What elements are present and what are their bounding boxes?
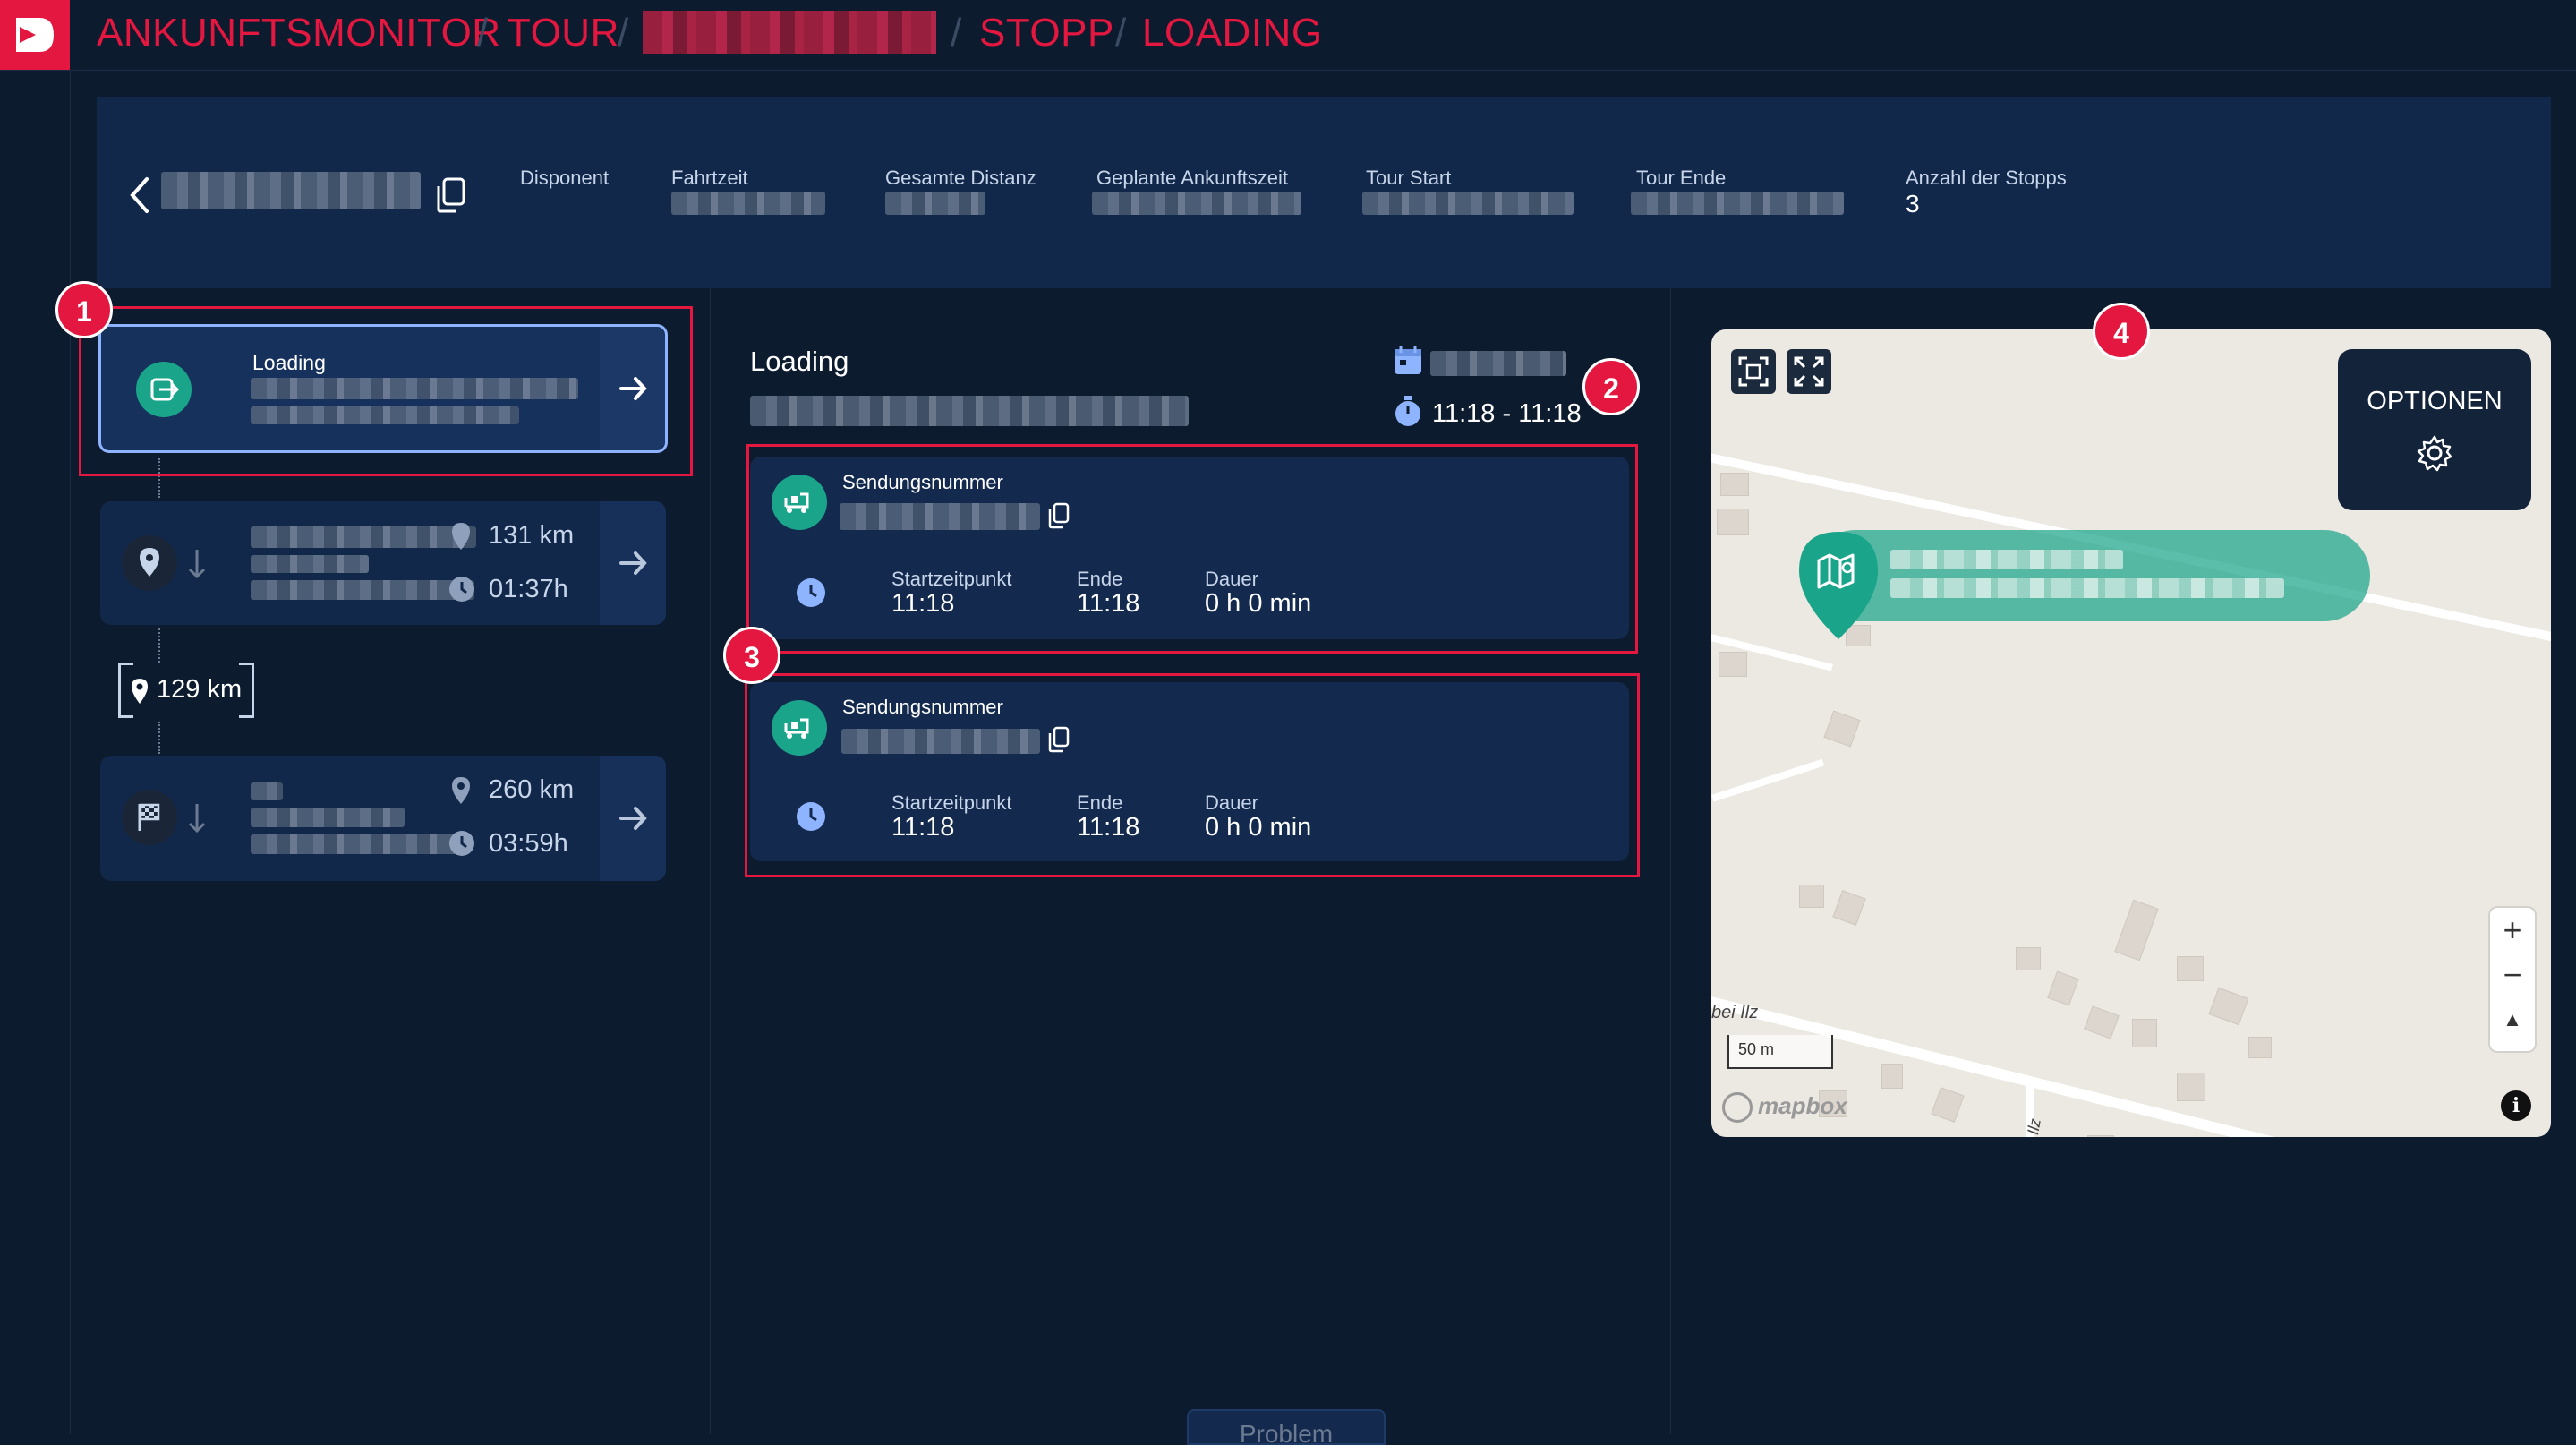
map-marker-tooltip[interactable]	[1810, 530, 2370, 621]
breadcrumb-separator: /	[477, 11, 489, 55]
stop-distance: 260 km	[489, 775, 575, 804]
map-place-label: bei Ilz	[1711, 1003, 1759, 1022]
header-label-tour-ende: Tour Ende	[1636, 167, 1727, 189]
tour-id-redacted	[161, 172, 421, 209]
waypoint-stop-icon	[122, 535, 177, 591]
map-scale-label: 50 m	[1738, 1040, 1775, 1058]
header-label-tour-start: Tour Start	[1366, 167, 1452, 189]
map-pin-icon[interactable]	[1790, 528, 1887, 643]
location-pin-icon	[452, 523, 470, 550]
stop-duration: 03:59h	[489, 829, 568, 858]
detail-time-range: 11:18 - 11:18	[1432, 399, 1582, 428]
annotation-badge-4: 4	[2093, 303, 2150, 360]
route-connector	[158, 722, 160, 754]
header-label-anzahl-stopps: Anzahl der Stopps	[1906, 167, 2067, 189]
annotation-badge-3: 3	[723, 627, 780, 684]
header-label-disponent: Disponent	[520, 167, 610, 189]
header-value-anzahl-stopps: 3	[1906, 190, 1920, 218]
route-connector	[158, 628, 160, 663]
breadcrumb-separator: /	[1115, 11, 1127, 55]
app-logo[interactable]	[0, 0, 70, 70]
annotation-box-3	[745, 673, 1640, 877]
stop-address-redacted	[251, 555, 369, 573]
calendar-icon	[1395, 346, 1421, 374]
detail-date-redacted	[1430, 351, 1566, 376]
arrow-down-icon	[188, 550, 206, 579]
detail-address-redacted	[750, 396, 1189, 426]
breadcrumb-ankunftsmonitor[interactable]: ANKUNFTSMONITOR	[97, 11, 501, 56]
breadcrumb-separator: /	[951, 11, 962, 55]
header-value-redacted	[671, 192, 825, 215]
breadcrumb-tour[interactable]: TOUR	[507, 11, 619, 56]
left-rail	[0, 70, 71, 1434]
mapbox-attribution[interactable]: mapbox	[1758, 1092, 1847, 1120]
clock-icon	[449, 831, 474, 856]
arrow-right-icon	[619, 551, 647, 575]
map-view[interactable]: bei Ilz Ilz OPTIONEN + − ▲ 50 m mapbox i	[1711, 329, 2551, 1137]
stop-address-redacted	[251, 808, 405, 827]
header-label-geplante-ankunftszeit: Geplante Ankunftszeit	[1096, 167, 1289, 189]
column-divider	[710, 288, 711, 1434]
map-scale-bar: 50 m	[1727, 1035, 1833, 1069]
detail-title: Loading	[750, 346, 849, 377]
copy-icon[interactable]	[433, 175, 469, 215]
stop-address-redacted	[251, 580, 474, 600]
clock-icon	[449, 577, 474, 602]
marker-address-redacted	[1890, 550, 2123, 569]
map-info-icon[interactable]: i	[2501, 1090, 2531, 1121]
zoom-in-button[interactable]: +	[2490, 911, 2535, 949]
location-pin-icon	[132, 679, 148, 704]
annotation-box-1	[79, 306, 693, 476]
fit-bounds-button[interactable]	[1731, 349, 1776, 394]
stop-duration: 01:37h	[489, 575, 568, 603]
map-options-button[interactable]: OPTIONEN	[2338, 349, 2531, 510]
arrow-right-icon	[619, 807, 647, 830]
gear-icon	[2417, 435, 2452, 472]
mapbox-logo-icon[interactable]	[1722, 1092, 1753, 1123]
stop-address-redacted	[251, 526, 476, 548]
stop-open-button[interactable]	[600, 756, 666, 881]
annotation-badge-2: 2	[1582, 358, 1640, 415]
breadcrumb-stopp[interactable]: STOPP	[979, 11, 1114, 56]
header-value-redacted	[1092, 192, 1301, 215]
column-divider	[1670, 288, 1671, 1434]
stop-address-redacted	[251, 782, 283, 800]
stop-open-button[interactable]	[600, 501, 666, 625]
problem-button[interactable]: Problem	[1187, 1409, 1386, 1445]
stop-distance: 131 km	[489, 521, 575, 550]
stopwatch-icon	[1395, 396, 1420, 426]
header-value-redacted	[1631, 192, 1844, 215]
top-bar: ANKUNFTSMONITOR / TOUR / / STOPP / LOADI…	[0, 0, 2576, 71]
finish-stop-icon	[122, 790, 177, 845]
zoom-out-button[interactable]: −	[2490, 956, 2535, 994]
header-label-gesamte-distanz: Gesamte Distanz	[885, 167, 1036, 189]
breadcrumb-tour-id-redacted[interactable]	[643, 11, 936, 54]
problem-button-label: Problem	[1239, 1420, 1334, 1445]
header-value-redacted	[1362, 192, 1574, 215]
fullscreen-button[interactable]	[1787, 349, 1831, 394]
map-road-label: Ilz	[2024, 1116, 2044, 1137]
header-label-fahrtzeit: Fahrtzeit	[671, 167, 748, 189]
marker-address-redacted	[1890, 578, 2284, 598]
annotation-box-2	[746, 444, 1638, 654]
compass-button[interactable]: ▲	[2490, 1008, 2535, 1031]
header-value-redacted	[885, 192, 985, 215]
stop-address-redacted	[251, 834, 456, 854]
breadcrumb-separator: /	[618, 11, 629, 55]
annotation-badge-1: 1	[55, 281, 113, 338]
back-chevron-icon[interactable]	[125, 175, 152, 215]
zoom-controls: + − ▲	[2490, 908, 2535, 1051]
arrow-down-icon	[188, 804, 206, 834]
map-options-label: OPTIONEN	[2367, 387, 2503, 415]
fullscreen-icon	[1794, 356, 1824, 387]
breadcrumb-loading: LOADING	[1142, 11, 1323, 55]
location-pin-icon	[452, 777, 470, 804]
fit-bounds-icon	[1738, 356, 1769, 387]
leg-distance: 129 km	[157, 675, 243, 704]
